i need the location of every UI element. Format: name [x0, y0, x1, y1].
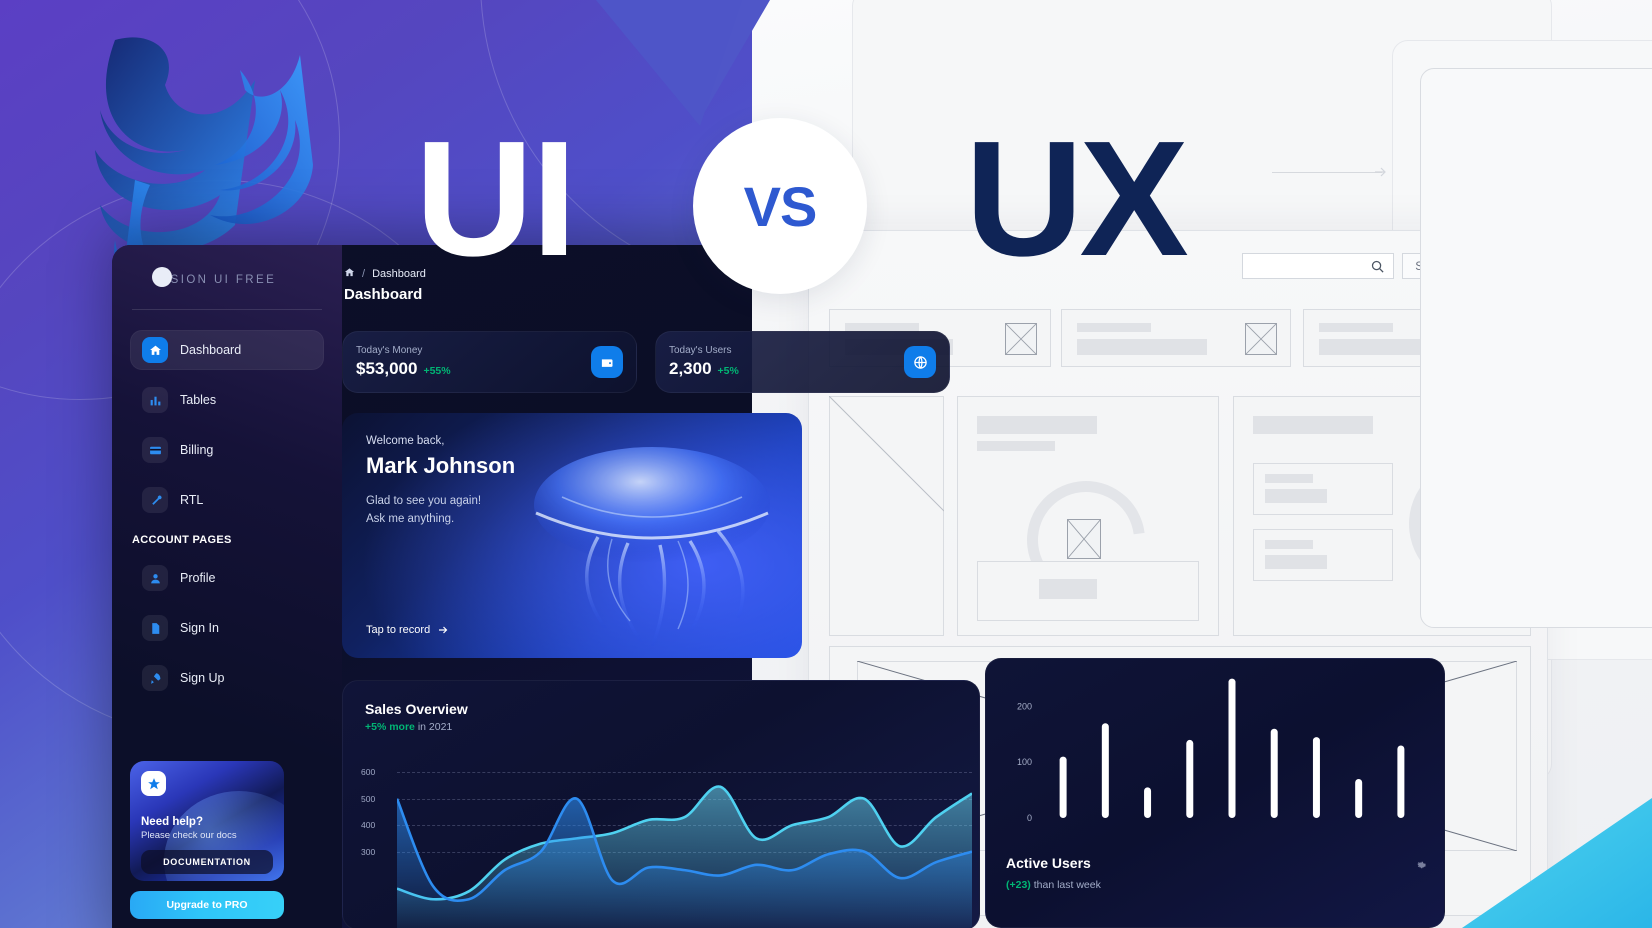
stat-card-todays-users: Today's Users 2,300 +5% [655, 331, 950, 393]
brand-logo-icon [152, 267, 172, 287]
stat-delta: +55% [423, 365, 451, 377]
upgrade-to-pro-button[interactable]: Upgrade to PRO [130, 891, 284, 919]
wrench-icon [142, 487, 168, 513]
sidebar-item-label: Sign In [180, 621, 219, 635]
rocket-icon [142, 665, 168, 691]
sidebar-item-label: RTL [180, 493, 204, 507]
arrow-right-icon [439, 626, 448, 634]
ui-dashboard-window: VISION UI FREE Dashboard Tables Billing … [112, 245, 1142, 928]
stat-card-todays-money: Today's Money $53,000 +55% [342, 331, 637, 393]
home-icon[interactable] [344, 267, 355, 281]
breadcrumb-separator: / [362, 268, 366, 280]
star-icon [141, 771, 166, 796]
sales-overview-delta-suffix: in 2021 [414, 721, 453, 733]
sidebar-item-label: Profile [180, 571, 216, 585]
chart-y-tick: 500 [361, 793, 376, 804]
sales-area-series [397, 785, 972, 928]
stat-value: 2,300 [669, 359, 712, 378]
wallet-icon [591, 346, 623, 378]
sidebar-item-label: Sign Up [180, 671, 225, 685]
globe-icon [904, 346, 936, 378]
bar-chart-icon [142, 387, 168, 413]
welcome-card: Welcome back, Mark Johnson Glad to see y… [342, 413, 802, 658]
vs-label: VS [743, 174, 818, 238]
chart-y-tick: 400 [361, 820, 376, 831]
sidebar: VISION UI FREE Dashboard Tables Billing … [112, 245, 342, 928]
sidebar-item-rtl[interactable]: RTL [130, 480, 324, 520]
stat-delta: +5% [717, 365, 739, 377]
upgrade-to-pro-label: Upgrade to PRO [166, 899, 248, 911]
sidebar-item-label: Tables [180, 393, 217, 407]
tap-to-record-label: Tap to record [366, 624, 431, 636]
sales-overview-card: Sales Overview +5% more in 2021 600 500 … [342, 680, 980, 928]
documentation-button[interactable]: DOCUMENTATION [141, 850, 273, 874]
sidebar-item-dashboard[interactable]: Dashboard [130, 330, 324, 370]
screenshot-stage: VISION UI FREE Dashboard Tables Billing … [0, 0, 1652, 928]
tap-to-record-link[interactable]: Tap to record [366, 624, 449, 636]
document-icon [142, 615, 168, 641]
stat-value: $53,000 [356, 359, 418, 378]
sales-overview-subtitle: +5% more in 2021 [365, 721, 957, 733]
sales-overview-delta: +5% more [365, 721, 415, 733]
sales-overview-chart: 600 500 400 300 [357, 755, 972, 928]
sidebar-item-tables[interactable]: Tables [130, 380, 324, 420]
sidebar-item-sign-in[interactable]: Sign In [130, 608, 324, 648]
sidebar-item-label: Billing [180, 443, 214, 457]
help-card-subtitle: Please check our docs [141, 830, 237, 841]
chart-y-tick: 300 [361, 846, 376, 857]
sidebar-item-label: Dashboard [180, 343, 242, 357]
documentation-button-label: DOCUMENTATION [163, 857, 251, 867]
sidebar-item-profile[interactable]: Profile [130, 558, 324, 598]
stat-label: Today's Users [669, 345, 732, 356]
help-card: Need help? Please check our docs DOCUMEN… [130, 761, 284, 881]
brand-label: VISION UI FREE [155, 274, 277, 286]
chart-y-tick: 600 [361, 767, 376, 778]
sidebar-section-label: ACCOUNT PAGES [132, 534, 232, 546]
credit-card-icon [142, 437, 168, 463]
welcome-line-2: Ask me anything. [366, 512, 455, 525]
headline-ui: UI [415, 107, 577, 290]
sidebar-item-sign-up[interactable]: Sign Up [130, 658, 324, 698]
ui-main-content: / Dashboard Dashboard Today's Money $53,… [342, 245, 1142, 928]
headline-ux: UX [965, 107, 1189, 290]
welcome-line-1: Glad to see you again! [366, 495, 482, 507]
sidebar-item-billing[interactable]: Billing [130, 430, 324, 470]
person-icon [142, 565, 168, 591]
stat-label: Today's Money [356, 345, 423, 356]
welcome-greeting: Welcome back, [366, 435, 445, 447]
stats-row: Today's Money $53,000 +55% Today's Users [342, 331, 1122, 393]
cyan-corner-decoration [1462, 798, 1652, 928]
sales-overview-title: Sales Overview [365, 701, 468, 717]
home-icon [142, 337, 168, 363]
help-card-title: Need help? [141, 816, 203, 828]
welcome-user-name: Mark Johnson [366, 453, 516, 478]
sidebar-divider [132, 309, 322, 310]
vs-badge: VS [693, 118, 867, 294]
